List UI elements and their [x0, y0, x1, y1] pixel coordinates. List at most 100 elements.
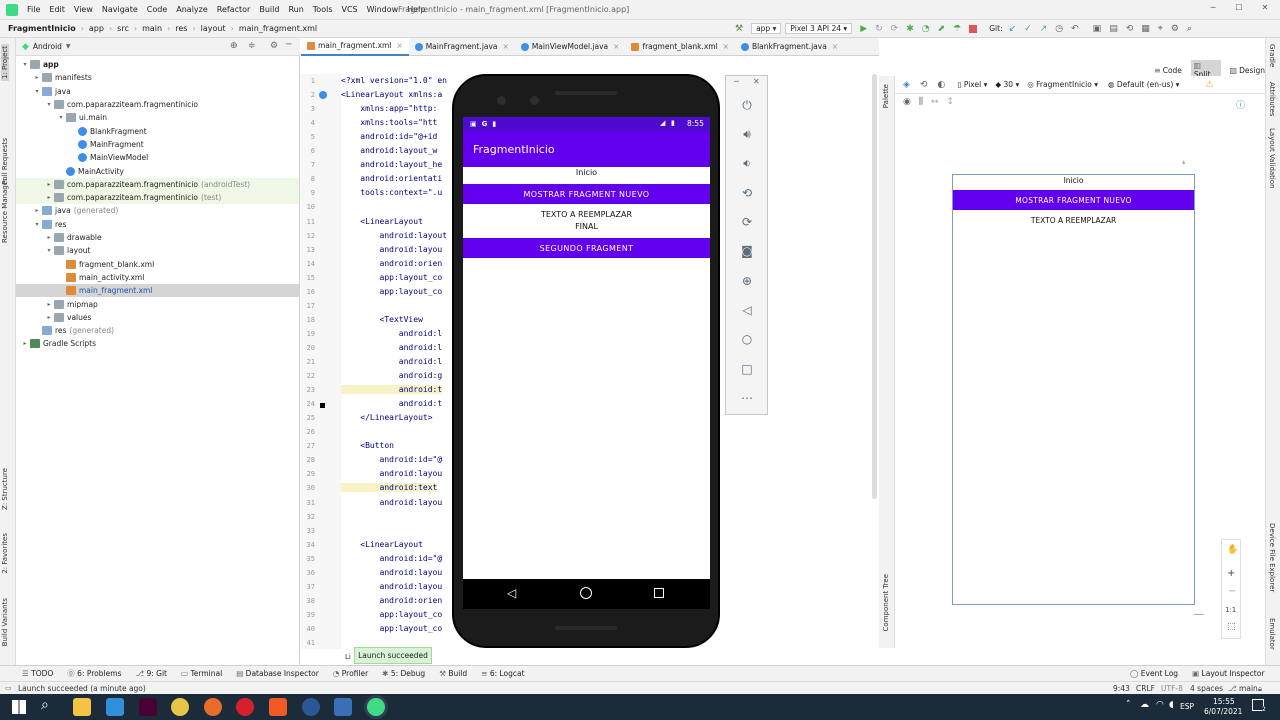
tree-item[interactable]: ▸ java (generated) [16, 204, 299, 217]
code-line[interactable]: android:text [341, 483, 438, 493]
tool-window-terminal[interactable]: ▭ Terminal [181, 669, 222, 678]
device-select[interactable]: Pixel 3 API 24 ▾ [785, 23, 853, 34]
opera-icon[interactable] [236, 698, 254, 716]
project-view-select[interactable]: Android [33, 42, 62, 51]
tool-window-todo[interactable]: ☰ TODO [22, 669, 53, 678]
volume-up-icon[interactable]: 🔊︎ [740, 127, 754, 141]
tree-item[interactable]: MainViewModel [16, 151, 299, 164]
code-line[interactable]: <?xml version="1.0" en [341, 76, 447, 85]
back-icon[interactable]: ◁ [507, 586, 516, 600]
tray-volume-icon[interactable]: ◖ [1169, 700, 1174, 710]
camera-icon[interactable]: ◙ [740, 244, 754, 258]
status-message[interactable]: Launch succeeded (a minute ago) [18, 684, 146, 693]
eye-icon[interactable]: ◉ [903, 97, 911, 107]
component-tree-tab[interactable]: Component Tree [882, 574, 890, 631]
code-line[interactable]: android:t [341, 399, 442, 408]
emulator-minimize-icon[interactable]: ─ [734, 77, 739, 86]
editor-scrollbar[interactable] [872, 74, 877, 499]
back-icon[interactable]: ◁ [740, 303, 754, 317]
tree-item[interactable]: main_fragment.xml [16, 284, 299, 298]
device-manager-icon[interactable]: ▦ [1141, 24, 1150, 34]
debug-icon[interactable]: ✱ [906, 24, 914, 34]
close-button[interactable]: ✕ [1252, 3, 1278, 12]
code-line[interactable]: android:l [341, 343, 442, 352]
editor-tab[interactable]: MainViewModel.java × [515, 38, 626, 56]
maximize-button[interactable]: ☐ [1226, 3, 1252, 12]
chevron-down-icon[interactable]: ▾ [44, 247, 54, 254]
code-line[interactable]: android:layou [341, 498, 443, 507]
editor-tab[interactable]: fragment_blank.xml × [625, 38, 735, 56]
pin-icon[interactable]: ⍖ [1181, 158, 1186, 168]
tool-window-debug[interactable]: ✱ 5: Debug [382, 669, 425, 678]
locate-icon[interactable]: ⊕ [230, 41, 238, 51]
code-line[interactable]: android:l [341, 329, 442, 338]
tree-item[interactable]: ▾ java [16, 85, 299, 98]
zoom-fit-icon[interactable]: ⬚ [1227, 622, 1236, 632]
api-select[interactable]: ◆ 30 ▾ [995, 80, 1019, 89]
windows-search-icon[interactable]: ⌕ [41, 697, 49, 713]
code-line[interactable]: <LinearLayout xmlns:a [341, 90, 442, 99]
file-explorer-icon[interactable] [73, 698, 91, 716]
android-studio-taskbar-icon[interactable] [367, 698, 385, 716]
breadcrumb-item[interactable]: src [117, 24, 129, 33]
chevron-right-icon[interactable]: ▸ [44, 314, 54, 321]
chevron-right-icon[interactable]: ▸ [44, 301, 54, 308]
tree-item[interactable]: ▸ manifests [16, 71, 299, 84]
chevron-down-icon[interactable]: ▾ [44, 101, 54, 108]
home-icon[interactable]: ○ [740, 332, 754, 346]
editor-tab[interactable]: main_fragment.xml × [301, 37, 409, 56]
tree-item[interactable]: ▸ Gradle Scripts [16, 337, 299, 350]
menu-file[interactable]: File [27, 5, 40, 14]
menu-run[interactable]: Run [288, 5, 303, 14]
close-icon[interactable]: × [723, 42, 729, 51]
stripe-build-variants[interactable]: Build Variants [1, 598, 9, 646]
class-gutter-icon[interactable] [319, 91, 327, 99]
code-line[interactable]: android:id="@+id [341, 132, 437, 141]
tool-window-database-inspector[interactable]: ▤ Database Inspector [236, 669, 319, 678]
recents-icon[interactable] [654, 588, 664, 598]
git-commit-icon[interactable]: ✓ [1024, 24, 1032, 34]
tray-cloud-icon[interactable]: ☁ [1140, 700, 1149, 710]
overview-icon[interactable]: □ [740, 362, 754, 376]
tree-item[interactable]: ▾ com.paparazziteam.fragmentinicio [16, 98, 299, 111]
vscode-icon[interactable] [106, 698, 124, 716]
menu-edit[interactable]: Edit [49, 5, 65, 14]
code-line[interactable]: android:layou [341, 582, 443, 591]
tray-up-icon[interactable]: ˄ [1126, 700, 1131, 710]
git-branch[interactable]: ⎇ main [1228, 684, 1258, 693]
chevron-right-icon[interactable]: ▸ [32, 207, 42, 214]
device-select[interactable]: ▯ Pixel ▾ [957, 80, 987, 89]
attach-debugger-icon[interactable]: ⬈ [938, 24, 946, 34]
tree-item[interactable]: fragment_blank.xml [16, 258, 299, 271]
hammer-icon[interactable]: ⚒ [735, 24, 743, 34]
orientation-icon[interactable]: ⟲ [920, 80, 928, 90]
code-line[interactable]: android:layou [341, 469, 443, 478]
profile-icon[interactable]: ◔ [922, 24, 930, 34]
taskbar-time[interactable]: 15:55 [1213, 697, 1235, 706]
firefox-icon[interactable] [204, 698, 222, 716]
stripe-device-file-explorer[interactable]: Device File Explorer [1268, 523, 1276, 592]
code-line[interactable]: android:l [341, 357, 442, 366]
layout-preview[interactable]: Inicio MOSTRAR FRAGMENT NUEVO TEXTO A RE… [952, 174, 1195, 605]
tree-item[interactable]: BlankFragment [16, 125, 299, 138]
breadcrumb-item[interactable]: res [175, 24, 187, 33]
stripe-attributes[interactable]: Attributes [1268, 82, 1276, 117]
preview-mostrar-button[interactable]: MOSTRAR FRAGMENT NUEVO [953, 190, 1194, 210]
adobe-xd-icon[interactable] [139, 698, 157, 716]
close-icon[interactable]: × [832, 42, 838, 51]
menu-refactor[interactable]: Refactor [217, 5, 251, 14]
code-line[interactable]: android:layout_w [341, 146, 437, 155]
code-line[interactable]: <LinearLayout [341, 217, 423, 226]
help-icon[interactable]: ⓘ [1236, 98, 1245, 111]
emulator-screen[interactable]: ▣ G ▮ ◢ ▮ 8:55 FragmentInicio Inicio MOS… [463, 117, 710, 579]
close-icon[interactable]: × [396, 41, 402, 50]
code-line[interactable]: app:layout_co [341, 287, 443, 296]
git-update-icon[interactable]: ↙ [1009, 24, 1017, 34]
code-line[interactable]: android:orien [341, 596, 443, 605]
preview-inicio-text[interactable]: Inicio [953, 176, 1194, 185]
git-push-icon[interactable]: ↗ [1040, 24, 1048, 34]
close-icon[interactable]: × [613, 42, 619, 51]
tree-item[interactable]: ▾ res [16, 218, 299, 231]
code-line[interactable]: android:t [341, 385, 443, 395]
rotate-left-icon[interactable]: ⟲ [740, 186, 754, 200]
